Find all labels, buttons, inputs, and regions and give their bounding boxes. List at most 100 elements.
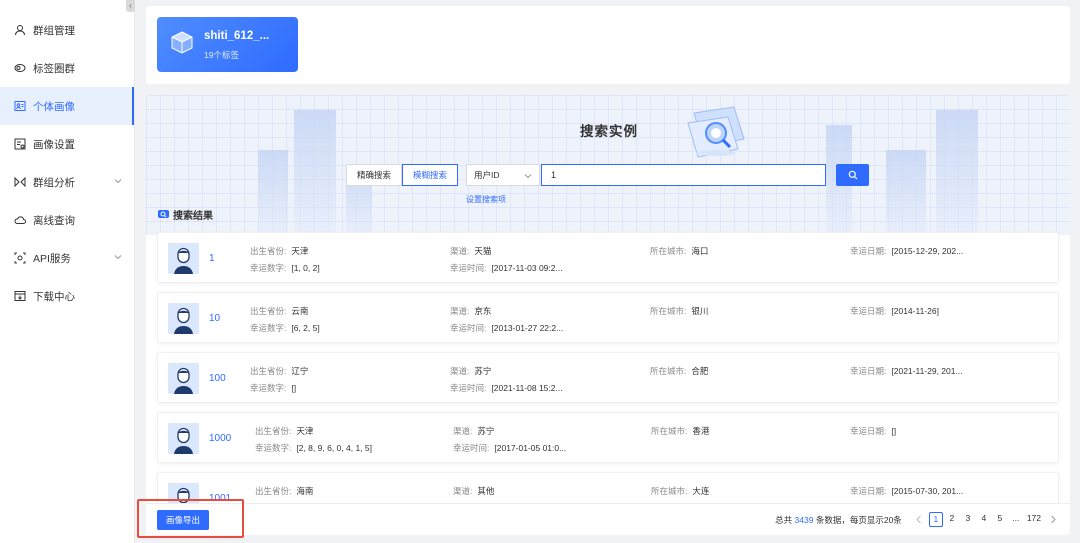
lucky-time-field: 幸运时间: [2017-01-05 01:0... xyxy=(453,443,567,453)
sidebar-item-label: 个体画像 xyxy=(33,100,75,113)
sidebar-item-label: 离线查询 xyxy=(33,214,75,227)
analysis-icon xyxy=(14,176,26,188)
exact-search-option[interactable]: 精确搜索 xyxy=(346,164,403,186)
group-tag-count: 19个标签 xyxy=(204,50,239,60)
profile-settings-icon xyxy=(14,138,26,150)
channel-field: 渠道: 苏宁 xyxy=(453,426,495,436)
prev-page-button[interactable] xyxy=(913,514,925,526)
group-name: shiti_612_... xyxy=(204,30,270,42)
chevron-left-icon xyxy=(916,515,922,524)
sidebar-item-offline-query[interactable]: 离线查询 xyxy=(0,201,134,239)
search-icon xyxy=(848,170,857,180)
city-field: 所在城市: 合肥 xyxy=(650,366,709,376)
building-decoration xyxy=(294,110,336,235)
lucky-numbers-field: 幸运数字: [2, 8, 9, 6, 0, 4, 1, 5] xyxy=(255,443,372,453)
city-field: 所在城市: 香港 xyxy=(651,426,710,436)
lucky-date-field: 幸运日期: [2015-12-29, 202... xyxy=(850,246,964,256)
avatar xyxy=(168,243,199,274)
sidebar-item-group-management[interactable]: 群组管理 xyxy=(0,11,134,49)
sidebar-item-label: 群组分析 xyxy=(33,176,75,189)
result-id[interactable]: 1 xyxy=(209,253,215,264)
lucky-date-field: 幸运日期: [2021-11-29, 201... xyxy=(850,366,963,376)
channel-field: 渠道: 天猫 xyxy=(450,246,492,256)
province-field: 出生省份: 海南 xyxy=(255,486,314,496)
channel-field: 渠道: 其他 xyxy=(453,486,495,496)
chevron-down-icon xyxy=(114,179,122,184)
next-page-button[interactable] xyxy=(1047,514,1059,526)
sidebar-item-label: 下载中心 xyxy=(33,290,75,303)
avatar xyxy=(168,303,199,334)
sidebar-item-individual-profile[interactable]: 个体画像 xyxy=(0,87,134,125)
province-field: 出生省份: 云南 xyxy=(250,306,309,316)
province-field: 出生省份: 天津 xyxy=(255,426,314,436)
lucky-date-field: 幸运日期: [2014-11-26] xyxy=(850,306,939,316)
sidebar-item-label: 群组管理 xyxy=(33,24,75,37)
sidebar-item-group-analysis[interactable]: 群组分析 xyxy=(0,163,134,201)
cloud-query-icon xyxy=(14,214,26,226)
page-number[interactable]: 1 xyxy=(928,512,943,527)
sidebar-item-label: 标签圈群 xyxy=(33,62,75,75)
result-card[interactable]: 1000 出生省份: 天津 幸运数字: [2, 8, 9, 6, 0, 4, 1, … xyxy=(157,412,1059,463)
results-title: 搜索结果 xyxy=(173,211,213,222)
group-card-panel: shiti_612_... 19个标签 xyxy=(146,6,1070,84)
api-icon xyxy=(14,252,26,264)
tag-circle-icon xyxy=(14,62,26,74)
avatar xyxy=(168,423,199,454)
highlight-annotation xyxy=(137,499,244,538)
avatar xyxy=(168,363,199,394)
result-id[interactable]: 100 xyxy=(209,373,226,384)
search-field-select[interactable]: 用户ID xyxy=(466,164,540,186)
building-decoration xyxy=(936,110,978,235)
lucky-time-field: 幸运时间: [2017-11-03 09:2... xyxy=(450,263,563,273)
lucky-time-field: 幸运时间: [2021-11-08 15:2... xyxy=(450,383,563,393)
province-field: 出生省份: 天津 xyxy=(250,246,309,256)
results-heading: 搜索结果 xyxy=(158,207,213,222)
page-number[interactable]: 5 xyxy=(993,512,1007,527)
group-card[interactable]: shiti_612_... 19个标签 xyxy=(157,17,298,72)
sidebar-item-label: API服务 xyxy=(33,252,71,265)
search-settings-link[interactable]: 设置搜索项 xyxy=(466,194,506,205)
lucky-date-field: 幸运日期:[] xyxy=(850,426,897,436)
search-mode-toggle: 精确搜索 模糊搜索 xyxy=(346,164,459,186)
city-field: 所在城市: 大连 xyxy=(651,486,710,496)
result-card[interactable]: 1 出生省份: 天津 幸运数字: [1, 0, 2] 渠道: 天猫 幸运时间: [201… xyxy=(157,232,1059,283)
page-number[interactable]: 172 xyxy=(1025,512,1043,527)
province-field: 出生省份: 辽宁 xyxy=(250,366,309,376)
sidebar-item-label: 画像设置 xyxy=(33,138,75,151)
page-number[interactable]: 2 xyxy=(945,512,959,527)
results-icon xyxy=(158,210,169,218)
results-footer: 画像导出 总共 3439 条数据，每页显示20条 1 2 3 4 5 ... 1… xyxy=(146,503,1070,535)
search-input[interactable]: 1 xyxy=(541,164,826,186)
building-decoration xyxy=(886,150,926,235)
result-card[interactable]: 100 出生省份: 辽宁 幸运数字:[] 渠道: 苏宁 幸运时间: [2021-11-… xyxy=(157,352,1059,403)
page-number[interactable]: 4 xyxy=(977,512,991,527)
profile-card-icon xyxy=(14,100,26,112)
sidebar-item-profile-settings[interactable]: 画像设置 xyxy=(0,125,134,163)
fuzzy-search-option[interactable]: 模糊搜索 xyxy=(402,164,459,186)
sidebar-item-download-center[interactable]: 下载中心 xyxy=(0,277,134,315)
search-field-value: 用户ID xyxy=(474,170,500,180)
cube-icon xyxy=(171,31,193,54)
sidebar-item-tag-circle[interactable]: 标签圈群 xyxy=(0,49,134,87)
lucky-time-field: 幸运时间: [2013-01-27 22:2... xyxy=(450,323,564,333)
sidebar-item-api-service[interactable]: API服务 xyxy=(0,239,134,277)
lucky-date-field: 幸运日期: [2015-07-30, 201... xyxy=(850,486,964,496)
chevron-down-icon xyxy=(524,174,532,179)
channel-field: 渠道: 苏宁 xyxy=(450,366,492,376)
result-id[interactable]: 10 xyxy=(209,313,220,324)
download-icon xyxy=(14,290,26,302)
result-id[interactable]: 1000 xyxy=(209,433,231,444)
pagination: 总共 3439 条数据，每页显示20条 1 2 3 4 5 ... 172 xyxy=(775,512,1062,527)
search-button[interactable] xyxy=(836,164,869,186)
lucky-numbers-field: 幸运数字: [1, 0, 2] xyxy=(250,263,320,273)
total-count-text: 总共 3439 条数据，每页显示20条 xyxy=(775,514,902,525)
building-decoration xyxy=(258,150,288,235)
page-number[interactable]: 3 xyxy=(961,512,975,527)
city-field: 所在城市: 海口 xyxy=(650,246,709,256)
result-card[interactable]: 10 出生省份: 云南 幸运数字: [6, 2, 5] 渠道: 京东 幸运时间: [20… xyxy=(157,292,1059,343)
sidebar: ‹ 群组管理 标签圈群 个体画像 画像设置 群组分析 离线查询 API服务 下载… xyxy=(0,0,135,543)
page-ellipsis[interactable]: ... xyxy=(1009,512,1023,527)
search-illustration-icon xyxy=(687,106,745,158)
page-title: 搜索实例 xyxy=(580,124,638,139)
city-field: 所在城市: 银川 xyxy=(650,306,709,316)
